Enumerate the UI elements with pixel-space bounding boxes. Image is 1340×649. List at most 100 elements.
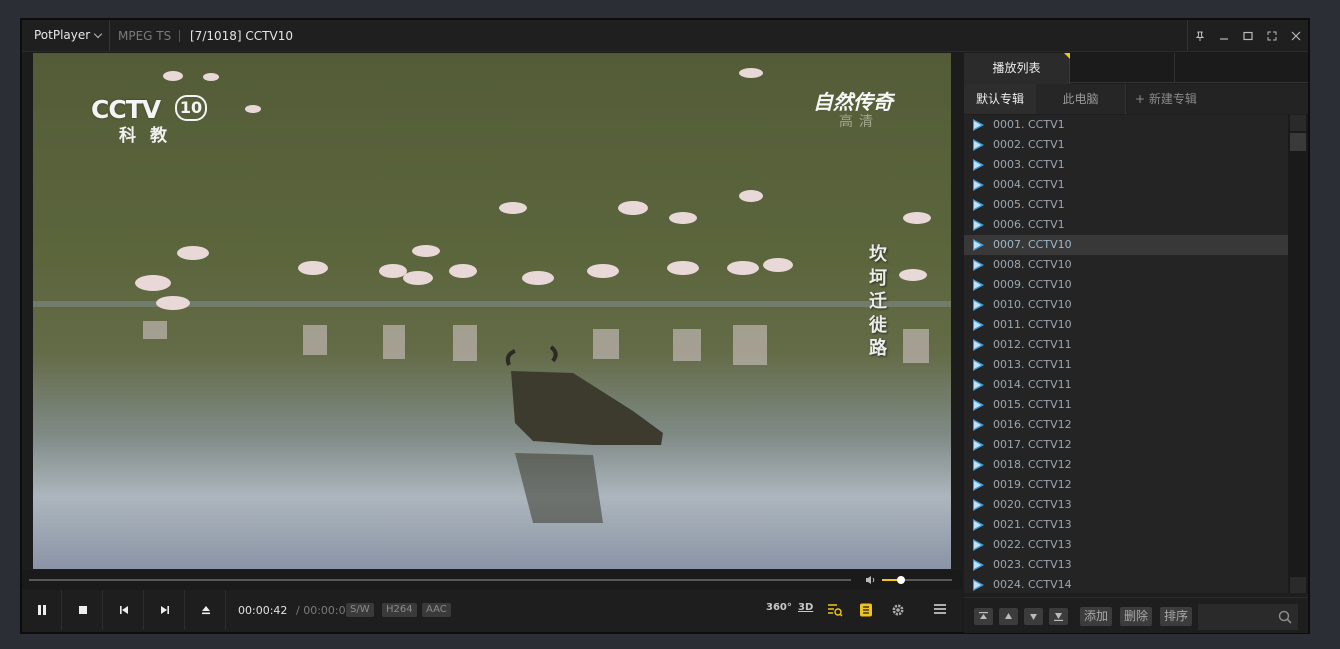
video-area[interactable]: CCTV 10 科教 自然传奇 高清 坎坷迁徙路	[33, 53, 951, 569]
playlist-toggle-button[interactable]	[856, 600, 878, 620]
playlist-item[interactable]: 0011. CCTV10	[964, 315, 1288, 335]
tag-sw[interactable]: S/W	[346, 603, 374, 617]
playlist-item[interactable]: 0003. CCTV1	[964, 155, 1288, 175]
channel-sub: 科教	[119, 126, 181, 146]
playlist-item[interactable]: 0019. CCTV12	[964, 475, 1288, 495]
menu-button[interactable]	[930, 600, 952, 620]
seek-row	[22, 571, 962, 589]
tag-video-codec[interactable]: H264	[382, 603, 417, 617]
scroll-up-button[interactable]	[1290, 115, 1306, 131]
playlist-item[interactable]: 0016. CCTV12	[964, 415, 1288, 435]
panel-tab-row: 播放列表	[964, 53, 1308, 84]
playlist-item[interactable]: 0024. CCTV14	[964, 575, 1288, 593]
move-top-button[interactable]	[974, 608, 993, 625]
settings-button[interactable]	[888, 600, 910, 620]
pause-button[interactable]	[22, 590, 62, 630]
move-down-icon	[1030, 614, 1037, 620]
minimize-button[interactable]	[1212, 20, 1236, 51]
playlist-item-label: 0018. CCTV12	[993, 458, 1072, 471]
playlist-item[interactable]: 0023. CCTV13	[964, 555, 1288, 575]
vr-360-button[interactable]: 360°	[766, 602, 792, 613]
next-button[interactable]	[145, 590, 185, 630]
playlist-item[interactable]: 0006. CCTV1	[964, 215, 1288, 235]
playlist-item[interactable]: 0022. CCTV13	[964, 535, 1288, 555]
add-button[interactable]: 添加	[1080, 607, 1113, 626]
playlist-item[interactable]: 0008. CCTV10	[964, 255, 1288, 275]
play-icon	[973, 339, 984, 351]
play-icon	[973, 399, 984, 411]
time-separator: /	[296, 604, 300, 617]
play-icon	[973, 519, 984, 531]
control-bar: 00:00:42 / 00:00:00 S/W H264 AAC 360° 3D	[22, 590, 962, 632]
playlist-search-input[interactable]	[1198, 604, 1298, 630]
pin-button[interactable]	[1188, 20, 1212, 51]
playlist-item-label: 0012. CCTV11	[993, 338, 1072, 351]
3d-button[interactable]: 3D	[798, 602, 813, 613]
playlist-item-label: 0015. CCTV11	[993, 398, 1072, 411]
playlist-item[interactable]: 0012. CCTV11	[964, 335, 1288, 355]
move-bottom-button[interactable]	[1049, 608, 1068, 625]
playlist-item-label: 0016. CCTV12	[993, 418, 1072, 431]
volume-slider[interactable]	[882, 576, 952, 584]
playlist-panel: 播放列表 默认专辑 此电脑 + 新建专辑 0001. CCTV1 0002. CC…	[964, 53, 1308, 633]
playlist-item[interactable]: 0001. CCTV1	[964, 115, 1288, 135]
divider	[1174, 53, 1175, 83]
scroll-down-button[interactable]	[1290, 577, 1306, 593]
playlist-item-label: 0019. CCTV12	[993, 478, 1072, 491]
play-icon	[973, 579, 984, 591]
tab-this-pc[interactable]: 此电脑	[1036, 84, 1126, 114]
playlist-item-label: 0013. CCTV11	[993, 358, 1072, 371]
playlist-item[interactable]: 0015. CCTV11	[964, 395, 1288, 415]
playlist-item[interactable]: 0009. CCTV10	[964, 275, 1288, 295]
channel-number: 10	[175, 95, 207, 121]
move-bottom-icon	[1054, 613, 1063, 621]
current-time: 00:00:42	[238, 604, 288, 617]
player-window: PotPlayer MPEG TS [7/1018] CCTV10 CCTV 1…	[20, 18, 1310, 634]
play-icon	[973, 539, 984, 551]
volume-knob[interactable]	[896, 576, 905, 584]
new-album-button[interactable]: + 新建专辑	[1127, 84, 1308, 114]
close-button[interactable]	[1284, 20, 1308, 51]
tag-audio-codec[interactable]: AAC	[422, 603, 451, 617]
eject-button[interactable]	[186, 590, 226, 630]
sort-button[interactable]: 排序	[1160, 607, 1193, 626]
playlist-item[interactable]: 0020. CCTV13	[964, 495, 1288, 515]
video-caption: 坎坷迁徙路	[869, 244, 887, 359]
previous-button[interactable]	[104, 590, 144, 630]
playlist-item[interactable]: 0021. CCTV13	[964, 515, 1288, 535]
volume-icon[interactable]	[865, 575, 877, 585]
close-icon	[1291, 31, 1301, 41]
tab-default-album[interactable]: 默认专辑	[964, 84, 1036, 114]
move-up-button[interactable]	[999, 608, 1018, 625]
playlist-item-label: 0010. CCTV10	[993, 298, 1072, 311]
fullscreen-button[interactable]	[1260, 20, 1284, 51]
playlist-item-label: 0004. CCTV1	[993, 178, 1065, 191]
maximize-button[interactable]	[1236, 20, 1260, 51]
playlist-item[interactable]: 0013. CCTV11	[964, 355, 1288, 375]
stop-button[interactable]	[63, 590, 103, 630]
format-label: MPEG TS	[118, 29, 172, 43]
playlist-item[interactable]: 0007. CCTV10	[964, 235, 1288, 255]
playlist-item[interactable]: 0004. CCTV1	[964, 175, 1288, 195]
playlist-item[interactable]: 0002. CCTV1	[964, 135, 1288, 155]
playlist-item[interactable]: 0017. CCTV12	[964, 435, 1288, 455]
play-icon	[973, 199, 984, 211]
next-icon	[161, 606, 169, 614]
scroll-thumb[interactable]	[1290, 133, 1306, 151]
playlist-item-label: 0001. CCTV1	[993, 118, 1065, 131]
playlist-scrollbar[interactable]	[1288, 115, 1308, 593]
playlist-item[interactable]: 0014. CCTV11	[964, 375, 1288, 395]
move-down-button[interactable]	[1024, 608, 1043, 625]
playlist-item[interactable]: 0005. CCTV1	[964, 195, 1288, 215]
playlist-item-label: 0021. CCTV13	[993, 518, 1072, 531]
playlist-item[interactable]: 0010. CCTV10	[964, 295, 1288, 315]
playlist-item[interactable]: 0018. CCTV12	[964, 455, 1288, 475]
search-icon	[1278, 610, 1292, 624]
delete-button[interactable]: 删除	[1120, 607, 1153, 626]
pin-icon	[1195, 31, 1205, 41]
playlist-search-button[interactable]	[824, 600, 846, 620]
seek-bar[interactable]	[29, 579, 851, 581]
tab-playlist[interactable]: 播放列表	[964, 53, 1070, 84]
play-icon	[973, 219, 984, 231]
app-menu-button[interactable]: PotPlayer	[22, 20, 110, 51]
